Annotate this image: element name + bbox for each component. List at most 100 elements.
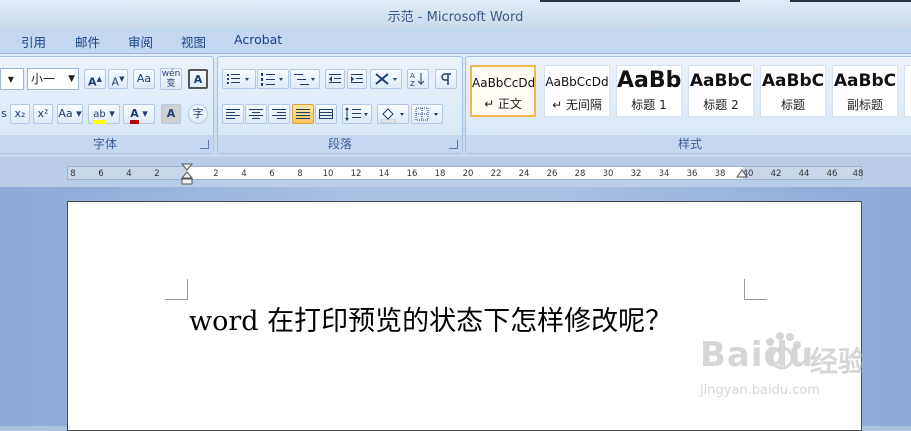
style-sample: AaBb bbox=[617, 68, 681, 93]
tab-mailings[interactable]: 邮件 bbox=[75, 32, 100, 51]
increase-indent-icon bbox=[351, 74, 363, 83]
style-name: ↵ 无间隔 bbox=[552, 98, 602, 112]
window-title: 示范 - Microsoft Word bbox=[387, 10, 524, 25]
align-center-button[interactable] bbox=[245, 104, 267, 124]
ruler-tick: 46 bbox=[826, 169, 838, 179]
style-subtitle[interactable]: AaBbC 副标题 bbox=[832, 65, 898, 117]
distributed-button[interactable] bbox=[315, 104, 337, 124]
style-title[interactable]: AaBbC 标题 bbox=[760, 65, 826, 117]
document-text[interactable]: word 在打印预览的状态下怎样修改呢？ bbox=[189, 299, 672, 338]
highlight-color-button[interactable]: ab ▾ bbox=[88, 104, 120, 124]
tab-review[interactable]: 审阅 bbox=[128, 32, 153, 51]
style-heading-1[interactable]: AaBb 标题 1 bbox=[616, 65, 682, 117]
ruler-tick: 22 bbox=[490, 169, 502, 179]
bullets-button[interactable] bbox=[222, 69, 256, 89]
ruler-tick: 32 bbox=[630, 169, 642, 179]
align-left-button[interactable] bbox=[222, 104, 244, 124]
align-left-icon bbox=[226, 109, 240, 119]
font-name-select[interactable]: ▾ bbox=[0, 68, 24, 90]
ruler-tick: 42 bbox=[770, 169, 782, 179]
watermark-url: jingyan.baidu.com bbox=[700, 383, 820, 398]
decrease-indent-button[interactable] bbox=[325, 69, 345, 89]
sort-button[interactable]: AZ bbox=[407, 69, 429, 89]
style-more[interactable] bbox=[904, 65, 911, 117]
justify-icon bbox=[296, 109, 310, 119]
chinese-layout-button[interactable] bbox=[370, 69, 402, 89]
ruler-tick: 2 bbox=[213, 169, 219, 179]
style-heading-2[interactable]: AaBbC 标题 2 bbox=[688, 65, 754, 117]
change-case-button[interactable]: Aa ▾ bbox=[57, 104, 83, 124]
font-color-icon: A bbox=[130, 107, 139, 124]
style-sample: AaBbCcDd bbox=[472, 76, 534, 90]
bullets-icon bbox=[227, 74, 249, 84]
tab-references[interactable]: 引用 bbox=[21, 32, 46, 51]
font-size-select[interactable]: 小一 ▼ bbox=[27, 68, 79, 90]
borders-icon bbox=[415, 107, 438, 121]
ribbon-tabs: 引用 邮件 审阅 视图 Acrobat bbox=[0, 28, 911, 54]
paragraph-dialog-launcher-icon[interactable] bbox=[449, 140, 458, 149]
shading-button[interactable] bbox=[377, 104, 409, 124]
subscript-button[interactable]: x₂ bbox=[10, 104, 30, 124]
style-sample: AaBbC bbox=[689, 71, 753, 91]
pilcrow-icon bbox=[441, 73, 451, 85]
character-border-button[interactable]: A bbox=[188, 69, 208, 89]
style-name: 标题 2 bbox=[703, 98, 739, 112]
ruler-tick: 12 bbox=[350, 169, 362, 179]
margin-corner-mark bbox=[165, 279, 188, 300]
font-dialog-launcher-icon[interactable] bbox=[200, 140, 209, 149]
tab-view[interactable]: 视图 bbox=[181, 32, 206, 51]
chinese-layout-icon bbox=[375, 73, 397, 85]
increase-indent-button[interactable] bbox=[347, 69, 367, 89]
shrink-font-button[interactable]: A▼ bbox=[108, 69, 128, 89]
enclose-characters-button[interactable]: 字 bbox=[188, 104, 208, 124]
ruler-tick: 8 bbox=[297, 169, 303, 179]
grow-font-button[interactable]: A▲ bbox=[84, 69, 106, 89]
svg-text:A: A bbox=[410, 72, 415, 80]
ruler-tick: 18 bbox=[434, 169, 446, 179]
multilevel-list-button[interactable] bbox=[290, 69, 320, 89]
font-group-label: 字体 bbox=[0, 135, 213, 153]
indent-marker-icon[interactable] bbox=[181, 163, 193, 185]
paw-logo-icon bbox=[766, 332, 801, 370]
superscript-button[interactable]: x² bbox=[33, 104, 53, 124]
style-name: 标题 1 bbox=[631, 98, 667, 112]
justify-button[interactable] bbox=[292, 104, 314, 124]
line-spacing-icon bbox=[345, 107, 368, 121]
ruler-tick: 8 bbox=[70, 169, 76, 179]
paint-bucket-icon bbox=[380, 108, 404, 123]
tab-acrobat[interactable]: Acrobat bbox=[234, 32, 282, 47]
style-normal[interactable]: AaBbCcDd ↵ 正文 bbox=[470, 65, 536, 117]
ruler-tick: 44 bbox=[798, 169, 810, 179]
numbering-button[interactable] bbox=[257, 69, 289, 89]
line-spacing-button[interactable] bbox=[342, 104, 372, 124]
title-bar: 示范 - Microsoft Word bbox=[0, 0, 911, 28]
ruler-tick: 28 bbox=[574, 169, 586, 179]
watermark-brand-cn: 经验 bbox=[810, 345, 867, 378]
ruler-tick: 10 bbox=[322, 169, 334, 179]
style-sample: AaBbC bbox=[761, 71, 825, 91]
font-color-button[interactable]: A ▾ bbox=[123, 104, 155, 124]
sort-icon: AZ bbox=[410, 72, 425, 88]
style-no-spacing[interactable]: AaBbCcDd ↵ 无间隔 bbox=[544, 65, 610, 117]
borders-button[interactable] bbox=[411, 104, 443, 124]
ruler-tick: 34 bbox=[658, 169, 670, 179]
right-indent-marker-icon[interactable] bbox=[736, 169, 748, 179]
strikethrough-button[interactable]: s bbox=[0, 105, 8, 125]
align-right-button[interactable] bbox=[268, 104, 290, 124]
decrease-indent-icon bbox=[329, 74, 341, 83]
svg-text:Z: Z bbox=[410, 80, 415, 88]
phonetic-guide-button[interactable]: wén 变 bbox=[160, 68, 182, 90]
multilevel-list-icon bbox=[294, 74, 315, 85]
ruler-tick: 36 bbox=[686, 169, 698, 179]
character-shading-button[interactable]: A bbox=[161, 104, 181, 124]
ruler-tick: 30 bbox=[602, 169, 614, 179]
style-sample: AaBbC bbox=[833, 71, 897, 91]
distributed-icon bbox=[319, 109, 333, 119]
show-formatting-button[interactable] bbox=[435, 69, 457, 89]
clear-formatting-button[interactable]: Aa bbox=[133, 69, 155, 89]
ruler-tick: 4 bbox=[241, 169, 247, 179]
ruler-tick: 26 bbox=[546, 169, 558, 179]
ruler-tick: 2 bbox=[154, 169, 160, 179]
ruler-tick: 6 bbox=[269, 169, 275, 179]
baidu-jingyan-watermark: Baidu 经验 jingyan.baidu.com bbox=[700, 325, 910, 425]
